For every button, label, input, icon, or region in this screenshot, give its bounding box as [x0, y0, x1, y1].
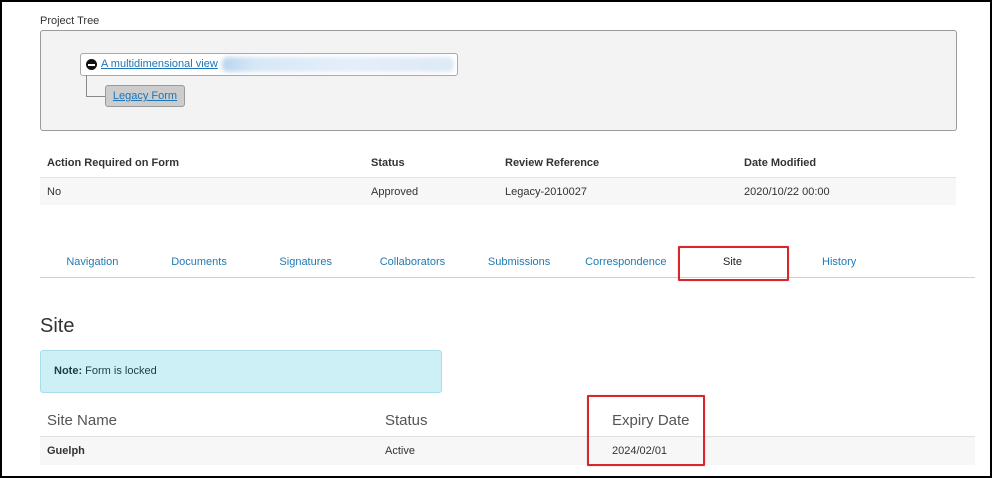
tab-signatures[interactable]: Signatures: [252, 247, 359, 277]
tab-site[interactable]: Site: [679, 247, 786, 277]
tab-bar: Navigation Documents Signatures Collabor…: [40, 247, 975, 278]
table-row: No Approved Legacy-2010027 2020/10/22 00…: [40, 177, 956, 205]
column-header-site-name: Site Name: [47, 412, 118, 429]
site-table: Site Name Status Expiry Date Guelph Acti…: [40, 405, 975, 465]
tree-node-child-link[interactable]: Legacy Form: [113, 86, 177, 106]
column-header-expiry-date: Expiry Date: [612, 412, 690, 429]
cell-status: Approved: [371, 185, 419, 198]
tree-node-root[interactable]: A multidimensional view: [80, 53, 458, 76]
page: Project Tree A multidimensional view Leg…: [0, 0, 992, 478]
project-tree-label: Project Tree: [40, 15, 100, 27]
tab-navigation[interactable]: Navigation: [39, 247, 146, 277]
tab-correspondence[interactable]: Correspondence: [572, 247, 679, 277]
form-summary-table: Action Required on Form Status Review Re…: [40, 148, 956, 205]
project-tree-panel: [40, 30, 957, 131]
cell-expiry-date: 2024/02/01: [612, 445, 668, 457]
table-header-row: Site Name Status Expiry Date: [40, 405, 975, 436]
tree-node-root-link[interactable]: A multidimensional view: [101, 54, 218, 75]
column-header-date-modified: Date Modified: [744, 156, 817, 169]
column-header-status: Status: [371, 156, 405, 169]
cell-action-required: No: [47, 185, 62, 198]
column-header-action-required: Action Required on Form: [47, 156, 179, 169]
column-header-review-reference: Review Reference: [505, 156, 600, 169]
tab-submissions[interactable]: Submissions: [466, 247, 573, 277]
tab-documents[interactable]: Documents: [146, 247, 253, 277]
section-title: Site: [40, 315, 75, 337]
redacted-text: [222, 57, 454, 72]
tab-history[interactable]: History: [786, 247, 893, 277]
table-header-row: Action Required on Form Status Review Re…: [40, 148, 956, 177]
minus-circle-icon[interactable]: [86, 59, 97, 70]
cell-date-modified: 2020/10/22 00:00: [744, 185, 830, 198]
tab-collaborators[interactable]: Collaborators: [359, 247, 466, 277]
cell-site-name: Guelph: [47, 445, 85, 457]
note-label: Note:: [54, 365, 83, 377]
note-text: Form is locked: [85, 365, 157, 377]
tree-node-child[interactable]: Legacy Form: [105, 85, 185, 107]
table-row: Guelph Active 2024/02/01: [40, 436, 975, 465]
column-header-status: Status: [385, 412, 428, 429]
cell-review-reference: Legacy-2010027: [505, 185, 587, 198]
locked-note: Note: Form is locked: [40, 350, 442, 393]
cell-status: Active: [385, 445, 415, 457]
tree-connector-line: [86, 75, 106, 97]
